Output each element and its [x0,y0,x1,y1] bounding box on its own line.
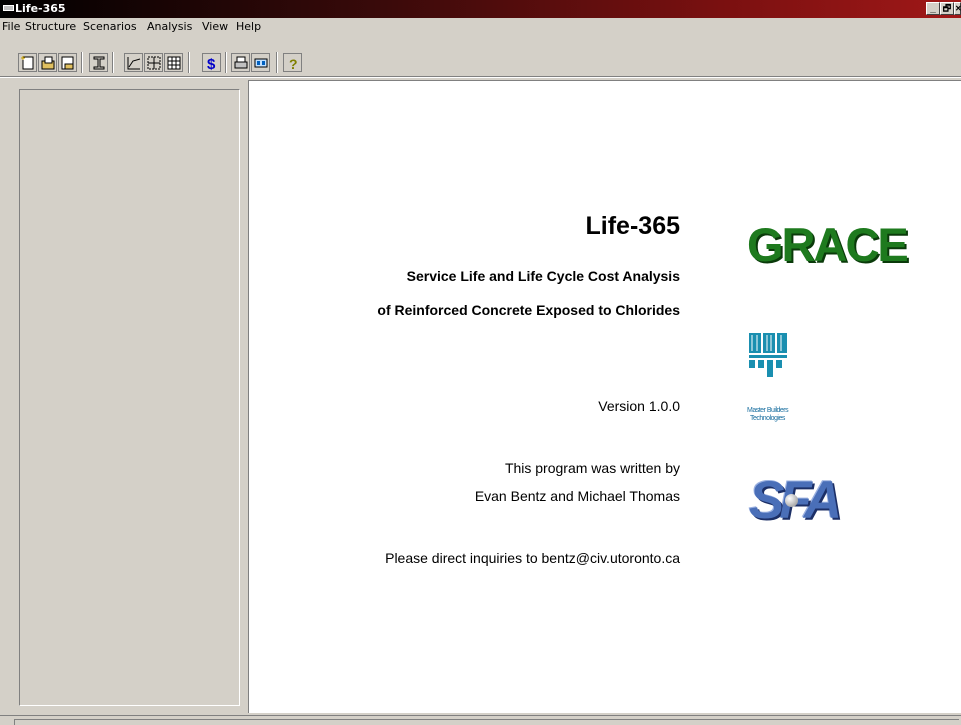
master-builders-logo [749,333,787,377]
splash-pane: Life-365 Service Life and Life Cycle Cos… [248,80,961,713]
toolbar-separator [112,52,114,73]
menu-view[interactable]: View [202,20,228,33]
status-field [14,719,959,725]
version-text: Version 1.0.0 [598,398,680,414]
help-icon: ? [289,56,298,71]
master-builders-line2: Technologies [750,415,785,422]
table-icon [167,56,181,70]
toolbar-separator [276,52,278,73]
master-builders-line1: Master Builders [747,407,789,414]
grace-logo: GRACE [747,218,909,271]
save-button[interactable] [58,53,77,72]
contact-text: Please direct inquiries to bentz@civ.uto… [385,550,680,566]
title-bar: Life-365 _ 🗗 ✕ [0,0,961,18]
new-icon [21,56,34,70]
chart-icon [127,57,141,70]
structure-button[interactable] [89,53,108,72]
toolbar-divider [0,76,961,78]
window-title: Life-365 [15,2,66,15]
menu-help[interactable]: Help [236,20,261,33]
menu-bar: File Structure Scenarios Analysis View H… [0,19,961,35]
close-icon: ✕ [955,4,961,13]
sfa-ball-icon [785,494,798,507]
report-button[interactable] [251,53,270,72]
close-button[interactable]: ✕ [954,2,961,15]
splash-title: Life-365 [585,212,680,240]
open-icon [41,56,55,70]
splash-subtitle-line2: of Reinforced Concrete Exposed to Chlori… [377,302,680,318]
cost-button[interactable]: $ [202,53,221,72]
author-line2: Evan Bentz and Michael Thomas [474,488,680,504]
toolbar-separator [188,52,190,73]
left-panel [19,89,240,706]
print-button[interactable] [231,53,250,72]
minimize-button[interactable]: _ [926,2,940,15]
grid-icon [147,56,161,70]
svg-text:?: ? [289,56,298,71]
table-button[interactable] [164,53,183,72]
new-button[interactable] [18,53,37,72]
restore-button[interactable]: 🗗 [940,2,954,15]
report-icon [254,58,268,68]
minimize-icon: _ [930,3,936,14]
restore-icon: 🗗 [942,3,952,13]
open-button[interactable] [38,53,57,72]
save-icon [61,56,74,70]
toolbar-separator [225,52,227,73]
menu-scenarios[interactable]: Scenarios [83,20,137,33]
author-line1: This program was written by [504,460,680,476]
grid-button[interactable] [144,53,163,72]
cost-icon: $ [207,56,216,71]
app-icon [3,5,14,11]
menu-file[interactable]: File [2,20,20,33]
toolbar-separator [81,52,83,73]
svg-text:$: $ [207,56,216,71]
print-icon [234,56,248,69]
status-bar [0,715,961,725]
structure-icon [93,56,105,70]
menu-structure[interactable]: Structure [25,20,76,33]
menu-analysis[interactable]: Analysis [147,20,192,33]
chart-button[interactable] [124,53,143,72]
help-button[interactable]: ? [283,53,302,72]
splash-subtitle-line1: Service Life and Life Cycle Cost Analysi… [406,268,680,284]
